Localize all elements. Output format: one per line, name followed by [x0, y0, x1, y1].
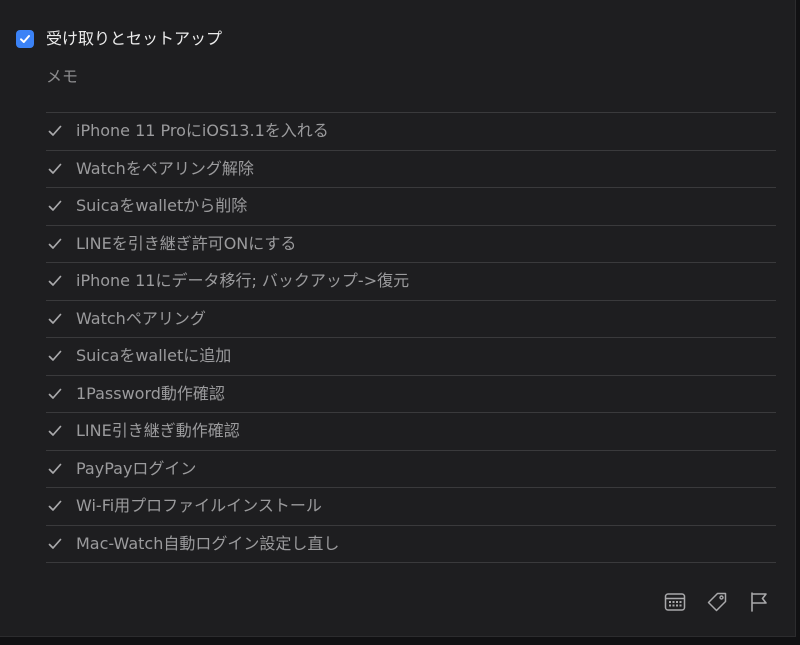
subtask-label: iPhone 11 ProにiOS13.1を入れる	[76, 121, 329, 141]
checkmark-icon	[20, 35, 30, 43]
subtask-label: LINE引き継ぎ動作確認	[76, 421, 240, 441]
subtask-label: Suicaをwalletから削除	[76, 196, 248, 216]
subtask-check-icon[interactable]	[47, 311, 63, 327]
subtask-label: PayPayログイン	[76, 458, 197, 478]
subtask-item[interactable]: Mac-Watch自動ログイン設定し直し	[46, 526, 776, 563]
subtask-item[interactable]: LINE引き継ぎ動作確認	[46, 413, 776, 451]
subtask-label: Watchをペアリング解除	[76, 158, 254, 178]
subtask-check-icon[interactable]	[47, 498, 63, 514]
subtask-check-icon[interactable]	[47, 273, 63, 289]
subtask-item[interactable]: Wi-Fi用プロファイルインストール	[46, 488, 776, 526]
subtask-label: LINEを引き継ぎ許可ONにする	[76, 233, 297, 253]
tag-icon[interactable]	[704, 589, 730, 615]
subtask-check-icon[interactable]	[47, 198, 63, 214]
subtask-item[interactable]: 1Password動作確認	[46, 376, 776, 413]
subtask-item[interactable]: LINEを引き継ぎ許可ONにする	[46, 226, 776, 263]
subtask-label: iPhone 11にデータ移行; バックアップ->復元	[76, 271, 410, 291]
subtask-check-icon[interactable]	[47, 161, 63, 177]
flag-icon[interactable]	[746, 589, 772, 615]
memo-field[interactable]: メモ	[46, 66, 78, 88]
subtask-list: iPhone 11 ProにiOS13.1を入れる Watchをペアリング解除 …	[46, 112, 776, 563]
task-complete-checkbox[interactable]	[16, 30, 34, 48]
subtask-check-icon[interactable]	[47, 123, 63, 139]
task-toolbar	[662, 589, 772, 615]
task-detail-panel: 受け取りとセットアップ メモ iPhone 11 ProにiOS13.1を入れる…	[0, 0, 796, 637]
calendar-icon[interactable]	[662, 589, 688, 615]
subtask-item[interactable]: Watchをペアリング解除	[46, 151, 776, 188]
subtask-item[interactable]: iPhone 11 ProにiOS13.1を入れる	[46, 113, 776, 151]
subtask-check-icon[interactable]	[47, 536, 63, 552]
subtask-label: 1Password動作確認	[76, 383, 225, 403]
subtask-item[interactable]: PayPayログイン	[46, 451, 776, 488]
subtask-label: Wi-Fi用プロファイルインストール	[76, 496, 322, 516]
subtask-check-icon[interactable]	[47, 423, 63, 439]
subtask-check-icon[interactable]	[47, 386, 63, 402]
subtask-check-icon[interactable]	[47, 236, 63, 252]
subtask-item[interactable]: Suicaをwalletに追加	[46, 338, 776, 376]
task-title[interactable]: 受け取りとセットアップ	[46, 28, 222, 50]
subtask-check-icon[interactable]	[47, 461, 63, 477]
subtask-item[interactable]: Watchペアリング	[46, 301, 776, 338]
subtask-label: Watchペアリング	[76, 308, 206, 328]
subtask-label: Mac-Watch自動ログイン設定し直し	[76, 533, 340, 553]
subtask-label: Suicaをwalletに追加	[76, 346, 232, 366]
subtask-item[interactable]: Suicaをwalletから削除	[46, 188, 776, 226]
subtask-check-icon[interactable]	[47, 348, 63, 364]
task-header: 受け取りとセットアップ	[16, 28, 222, 50]
subtask-item[interactable]: iPhone 11にデータ移行; バックアップ->復元	[46, 263, 776, 301]
